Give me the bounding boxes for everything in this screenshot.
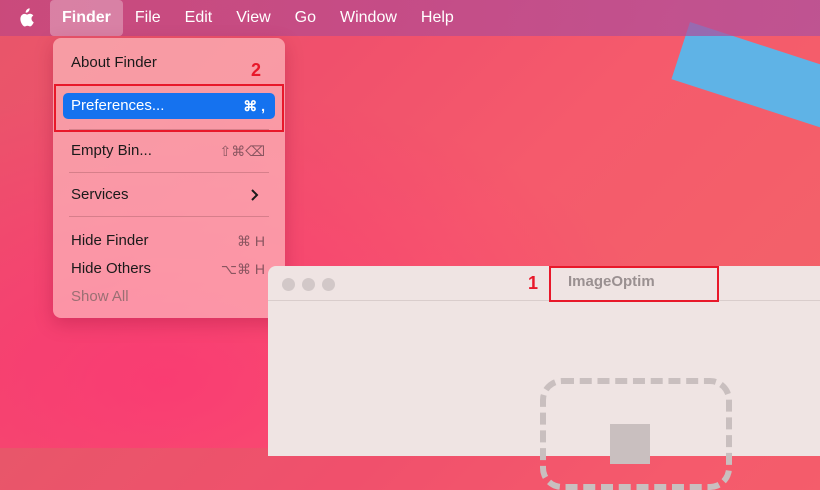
empty-bin-label: Empty Bin... [71, 142, 152, 159]
menu-item-about-finder[interactable]: About Finder [63, 50, 275, 76]
apple-logo-icon[interactable] [0, 0, 50, 36]
hide-others-label: Hide Others [71, 260, 152, 277]
hide-others-shortcut: ⌥⌘ H [220, 261, 265, 277]
close-button[interactable] [282, 278, 295, 291]
annotation-box-window-title [549, 266, 719, 302]
annotation-number-2: 2 [251, 60, 262, 80]
services-label: Services [71, 186, 129, 203]
zoom-button[interactable] [322, 278, 335, 291]
empty-bin-shortcut: ⇧⌘⌫ [219, 143, 265, 159]
menu-item-services[interactable]: Services [63, 182, 275, 208]
menu-separator [69, 216, 269, 217]
menu-view[interactable]: View [224, 0, 282, 36]
hide-finder-shortcut: ⌘ H [237, 233, 265, 249]
show-all-label: Show All [71, 288, 129, 305]
menu-item-hide-finder[interactable]: Hide Finder ⌘ H [63, 228, 275, 254]
menu-item-hide-others[interactable]: Hide Others ⌥⌘ H [63, 256, 275, 282]
hide-finder-label: Hide Finder [71, 232, 149, 249]
annotation-box-preferences [54, 84, 284, 132]
about-finder-label: About Finder [71, 54, 157, 71]
drop-zone-icon [610, 424, 650, 464]
menu-window[interactable]: Window [328, 0, 409, 36]
window-titlebar[interactable]: ImageOptim [268, 266, 820, 301]
menu-bar: Finder File Edit View Go Window Help [0, 0, 820, 36]
annotation-number-1: 1 [528, 273, 539, 293]
minimize-button[interactable] [302, 278, 315, 291]
menu-edit[interactable]: Edit [173, 0, 225, 36]
menu-item-empty-bin[interactable]: Empty Bin... ⇧⌘⌫ [63, 138, 275, 164]
menu-separator [69, 172, 269, 173]
menu-file[interactable]: File [123, 0, 173, 36]
menu-help[interactable]: Help [409, 0, 466, 36]
menu-go[interactable]: Go [283, 0, 328, 36]
chevron-right-icon [251, 189, 259, 201]
menu-finder[interactable]: Finder [50, 0, 123, 36]
imageoptim-window: ImageOptim [268, 266, 820, 490]
menu-item-show-all: Show All [63, 284, 275, 310]
